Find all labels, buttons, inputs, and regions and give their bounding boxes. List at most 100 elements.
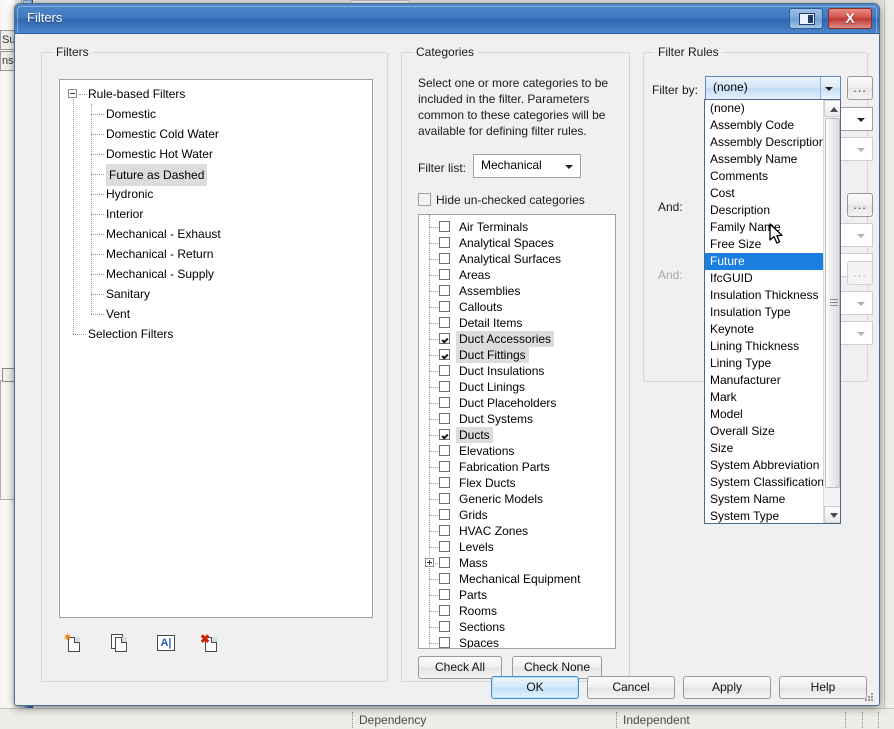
category-checkbox[interactable] — [439, 493, 450, 504]
category-item[interactable]: Mechanical Equipment — [419, 571, 615, 587]
filter-list-combobox[interactable]: Mechanical — [473, 154, 581, 178]
category-item[interactable]: Rooms — [419, 603, 615, 619]
category-item[interactable]: Duct Systems — [419, 411, 615, 427]
dropdown-option[interactable]: Insulation Thickness — [705, 287, 825, 304]
category-checkbox[interactable] — [439, 637, 450, 648]
dropdown-option[interactable]: System Abbreviation — [705, 457, 825, 474]
dropdown-option[interactable]: Insulation Type — [705, 304, 825, 321]
category-item[interactable]: Mass — [419, 555, 615, 571]
dropdown-option[interactable]: System Name — [705, 491, 825, 508]
delete-filter-icon[interactable]: ✖ — [200, 633, 222, 653]
and-2-operator-arrow-box[interactable] — [852, 292, 872, 314]
filter-by-browse-button[interactable]: ... — [847, 76, 873, 100]
category-item[interactable]: Levels — [419, 539, 615, 555]
dropdown-option[interactable]: Assembly Description — [705, 134, 825, 151]
category-item[interactable]: Ducts — [419, 427, 615, 443]
category-checkbox[interactable] — [439, 333, 450, 344]
category-checkbox[interactable] — [439, 509, 450, 520]
hide-unchecked-checkbox[interactable] — [418, 193, 431, 206]
category-item[interactable]: Flex Ducts — [419, 475, 615, 491]
check-all-button[interactable]: Check All — [418, 656, 502, 679]
dropdown-option[interactable]: System Type — [705, 508, 825, 523]
tree-item[interactable]: Future as Dashed — [60, 164, 372, 184]
and-1-browse-button[interactable]: ... — [847, 193, 873, 217]
dropdown-scrollbar-thumb[interactable] — [825, 118, 840, 488]
tree-item[interactable]: Sanitary — [60, 284, 372, 304]
dropdown-option[interactable]: Lining Thickness — [705, 338, 825, 355]
category-item[interactable]: Fabrication Parts — [419, 459, 615, 475]
dropdown-option[interactable]: Free Size — [705, 236, 825, 253]
category-item[interactable]: Duct Fittings — [419, 347, 615, 363]
category-checkbox[interactable] — [439, 557, 450, 568]
dropdown-option[interactable]: Overall Size — [705, 423, 825, 440]
tree-item[interactable]: Mechanical - Return — [60, 244, 372, 264]
dropdown-option[interactable]: Lining Type — [705, 355, 825, 372]
collapse-icon[interactable] — [68, 89, 77, 98]
dropdown-option[interactable]: (none) — [705, 100, 825, 117]
category-checkbox[interactable] — [439, 365, 450, 376]
category-item[interactable]: Generic Models — [419, 491, 615, 507]
category-item[interactable]: Assemblies — [419, 283, 615, 299]
and-2-value-arrow-box[interactable] — [852, 322, 872, 344]
category-checkbox[interactable] — [439, 349, 450, 360]
dropdown-option[interactable]: Manufacturer — [705, 372, 825, 389]
category-item[interactable]: Analytical Surfaces — [419, 251, 615, 267]
tree-root-item[interactable]: Rule-based Filters — [60, 84, 372, 104]
tree-item[interactable]: Mechanical - Supply — [60, 264, 372, 284]
tree-item[interactable]: Hydronic — [60, 184, 372, 204]
rename-filter-icon[interactable]: A| — [155, 633, 177, 653]
category-checkbox[interactable] — [439, 301, 450, 312]
close-button[interactable]: X — [828, 8, 872, 29]
category-item[interactable]: Air Terminals — [419, 219, 615, 235]
category-item[interactable]: Grids — [419, 507, 615, 523]
category-item[interactable]: Sections — [419, 619, 615, 635]
value-arrow-box[interactable] — [852, 138, 872, 160]
filters-tree-listbox[interactable]: Rule-based FiltersDomesticDomestic Cold … — [59, 79, 373, 618]
dropdown-option[interactable]: Family Name — [705, 219, 825, 236]
filter-list-arrow-box[interactable] — [560, 155, 580, 177]
ok-button[interactable]: OK — [491, 676, 579, 699]
category-item[interactable]: Parts — [419, 587, 615, 603]
filter-by-combobox[interactable]: (none) — [705, 76, 841, 100]
tree-item[interactable]: Vent — [60, 304, 372, 324]
dropdown-option[interactable]: Mark — [705, 389, 825, 406]
category-item[interactable]: Duct Placeholders — [419, 395, 615, 411]
category-checkbox[interactable] — [439, 221, 450, 232]
category-checkbox[interactable] — [439, 285, 450, 296]
tree-item[interactable]: Domestic Hot Water — [60, 144, 372, 164]
dropdown-option[interactable]: IfcGUID — [705, 270, 825, 287]
category-checkbox[interactable] — [439, 237, 450, 248]
category-checkbox[interactable] — [439, 621, 450, 632]
category-checkbox[interactable] — [439, 317, 450, 328]
filter-by-dropdown-list[interactable]: (none)Assembly CodeAssembly DescriptionA… — [704, 99, 841, 524]
category-item[interactable]: HVAC Zones — [419, 523, 615, 539]
category-item[interactable]: Elevations — [419, 443, 615, 459]
category-checkbox[interactable] — [439, 589, 450, 600]
dialog-title-bar[interactable]: Filters X — [15, 4, 879, 34]
dropdown-scrollbar[interactable] — [823, 100, 840, 523]
tree-item[interactable]: Interior — [60, 204, 372, 224]
dropdown-option[interactable]: Cost — [705, 185, 825, 202]
dropdown-option[interactable]: Assembly Name — [705, 151, 825, 168]
dropdown-option[interactable]: Size — [705, 440, 825, 457]
duplicate-filter-icon[interactable] — [110, 633, 132, 653]
help-button[interactable]: Help — [779, 676, 867, 699]
category-item[interactable]: Duct Insulations — [419, 363, 615, 379]
category-checkbox[interactable] — [439, 461, 450, 472]
tree-item[interactable]: Domestic Cold Water — [60, 124, 372, 144]
category-checkbox[interactable] — [439, 397, 450, 408]
tree-root-item[interactable]: Selection Filters — [60, 324, 372, 344]
category-item[interactable]: Spaces — [419, 635, 615, 649]
filter-by-arrow-box[interactable] — [820, 77, 840, 99]
contextual-help-button[interactable] — [789, 8, 823, 29]
dropdown-scroll-down-button[interactable] — [824, 506, 841, 523]
dropdown-option[interactable]: Comments — [705, 168, 825, 185]
and-1-operator-arrow-box[interactable] — [852, 224, 872, 246]
apply-button[interactable]: Apply — [683, 676, 771, 699]
tree-item[interactable]: Mechanical - Exhaust — [60, 224, 372, 244]
dropdown-option[interactable]: System Classification — [705, 474, 825, 491]
new-filter-icon[interactable]: ✷ — [63, 633, 85, 653]
resize-grip-icon[interactable] — [863, 691, 875, 703]
dropdown-option[interactable]: Description — [705, 202, 825, 219]
operator-arrow-box[interactable] — [852, 108, 872, 130]
